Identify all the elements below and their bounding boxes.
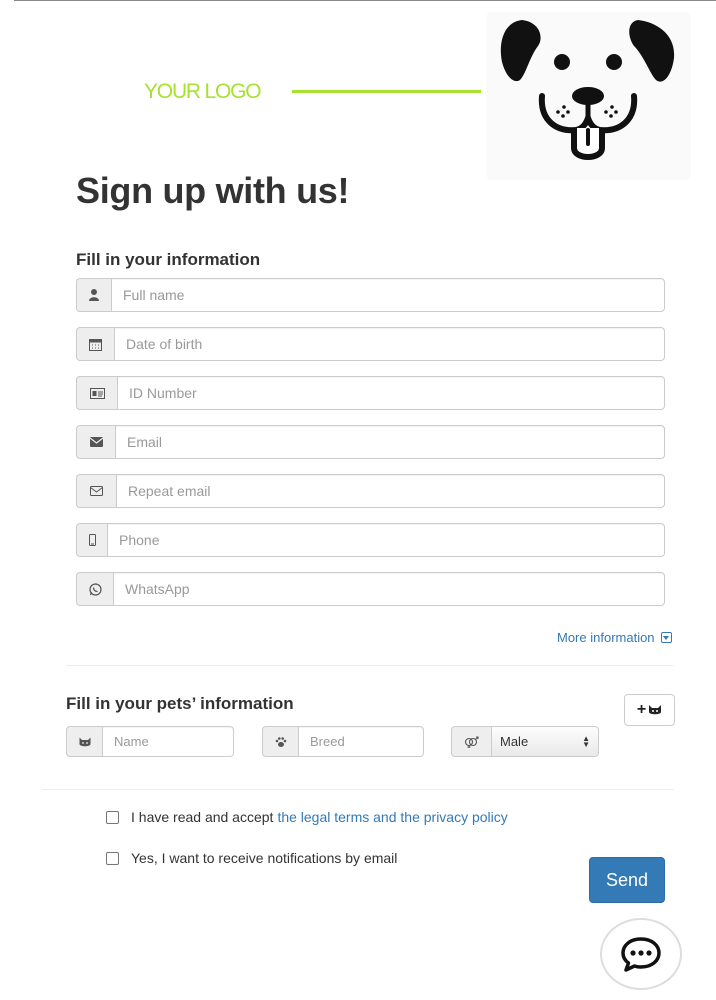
logo-text: YOUR LOGO (144, 80, 262, 103)
email-input[interactable]: Email (115, 425, 665, 459)
user-icon (76, 278, 111, 312)
id-number-field[interactable]: ID Number (76, 376, 665, 410)
envelope-outline-icon (76, 474, 116, 508)
terms-checkbox-row[interactable]: I have read and accept the legal terms a… (106, 809, 508, 825)
paw-icon (262, 726, 298, 757)
full-name-input[interactable]: Full name (111, 278, 665, 312)
cat-icon (66, 726, 102, 757)
repeat-email-field[interactable]: Repeat email (76, 474, 665, 508)
pets-info-heading: Fill in your pets’ information (66, 694, 294, 713)
notifications-checkbox[interactable] (106, 851, 119, 865)
whatsapp-field[interactable]: WhatsApp (76, 572, 665, 606)
id-card-icon (76, 376, 117, 410)
gender-icon (451, 726, 491, 757)
add-pet-button[interactable]: + (624, 694, 675, 726)
date-of-birth-field[interactable]: Date of birth (76, 327, 665, 361)
send-button[interactable]: Send (589, 857, 665, 903)
select-arrows-icon: ▲ ▼ (582, 733, 590, 749)
calendar-icon (76, 327, 114, 361)
pet-breed-input[interactable]: Breed (298, 726, 424, 757)
add-pet-icon (649, 705, 662, 715)
caret-down-square-icon (660, 632, 672, 643)
personal-info-heading: Fill in your information (76, 250, 261, 269)
logo-divider-line (292, 90, 481, 93)
date-of-birth-input[interactable]: Date of birth (114, 327, 665, 361)
mascot-image (486, 12, 691, 180)
whatsapp-input[interactable]: WhatsApp (113, 572, 665, 606)
repeat-email-input[interactable]: Repeat email (116, 474, 665, 508)
notifications-checkbox-row[interactable]: Yes, I want to receive notifications by … (106, 850, 397, 866)
pet-name-input[interactable]: Name (102, 726, 234, 757)
section-divider (42, 789, 674, 790)
dog-face-icon (500, 20, 675, 160)
id-number-input[interactable]: ID Number (117, 376, 665, 410)
notifications-label: Yes, I want to receive notifications by … (131, 850, 398, 866)
chat-button[interactable] (600, 918, 682, 990)
more-information-label: More information (557, 630, 655, 645)
section-divider (66, 665, 674, 666)
pet-breed-field[interactable]: Breed (262, 726, 424, 757)
terms-link[interactable]: the legal terms and the privacy policy (277, 809, 507, 825)
terms-checkbox[interactable] (106, 810, 119, 824)
email-field[interactable]: Email (76, 425, 665, 459)
page-title: Sign up with us! (76, 170, 350, 211)
pet-gender-field[interactable]: Male ▲ ▼ (451, 726, 599, 757)
phone-input[interactable]: Phone (107, 523, 665, 557)
plus-icon: + (636, 701, 647, 718)
full-name-field[interactable]: Full name (76, 278, 665, 312)
pet-gender-select[interactable]: Male ▲ ▼ (491, 726, 599, 757)
chat-bubble-icon (621, 937, 661, 972)
pet-gender-selected: Male (500, 734, 529, 749)
whatsapp-icon (76, 572, 113, 606)
mobile-phone-icon (76, 523, 107, 557)
more-information-link[interactable]: More information (557, 630, 672, 645)
envelope-filled-icon (76, 425, 115, 459)
terms-label: I have read and accept (131, 809, 274, 825)
pet-name-field[interactable]: Name (66, 726, 234, 757)
top-border (14, 0, 716, 1)
phone-field[interactable]: Phone (76, 523, 665, 557)
